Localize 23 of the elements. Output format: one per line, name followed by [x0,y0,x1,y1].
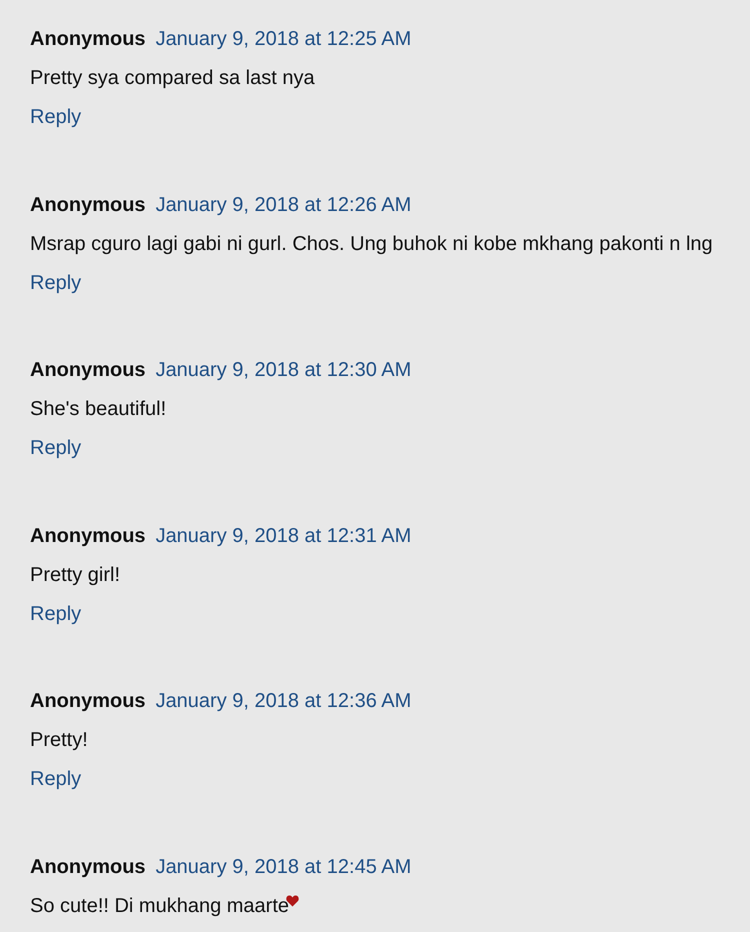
reply-link[interactable]: Reply [30,106,82,129]
comment-text: Msrap cguro lagi gabi ni gurl. Chos. Ung buhok ni kobe mkhang pakonti n lng [30,232,713,256]
comment-text: Pretty! [30,729,88,752]
comment-author: Anonymous [30,194,146,216]
comment-date-link[interactable]: January 9, 2018 at 12:36 AM [156,690,412,713]
comment-author: Anonymous [30,690,146,713]
reply-link[interactable]: Reply [30,437,82,460]
comment-text: Pretty girl! [30,564,120,586]
reply-link[interactable]: Reply [30,602,82,626]
comment-text: So cute!! Di mukhang maarte [30,894,290,918]
reply-link[interactable]: Reply [30,272,82,294]
comment-author: Anonymous [30,28,146,51]
comment-author: Anonymous [30,359,146,382]
comment-date-link[interactable]: January 9, 2018 at 12:30 AM [156,359,412,382]
comment-author: Anonymous [30,524,146,548]
comment-date-link[interactable]: January 9, 2018 at 12:26 AM [156,194,412,216]
reply-link[interactable]: Reply [30,768,82,791]
comment-text: Pretty sya compared sa last nya [30,67,315,90]
comment-date-link[interactable]: January 9, 2018 at 12:45 AM [156,856,412,878]
comment-date-link[interactable]: January 9, 2018 at 12:25 AM [156,28,412,51]
comment-text: She's beautiful! [30,398,166,421]
comment-author: Anonymous [30,856,146,878]
comment-date-link[interactable]: January 9, 2018 at 12:31 AM [156,524,412,548]
